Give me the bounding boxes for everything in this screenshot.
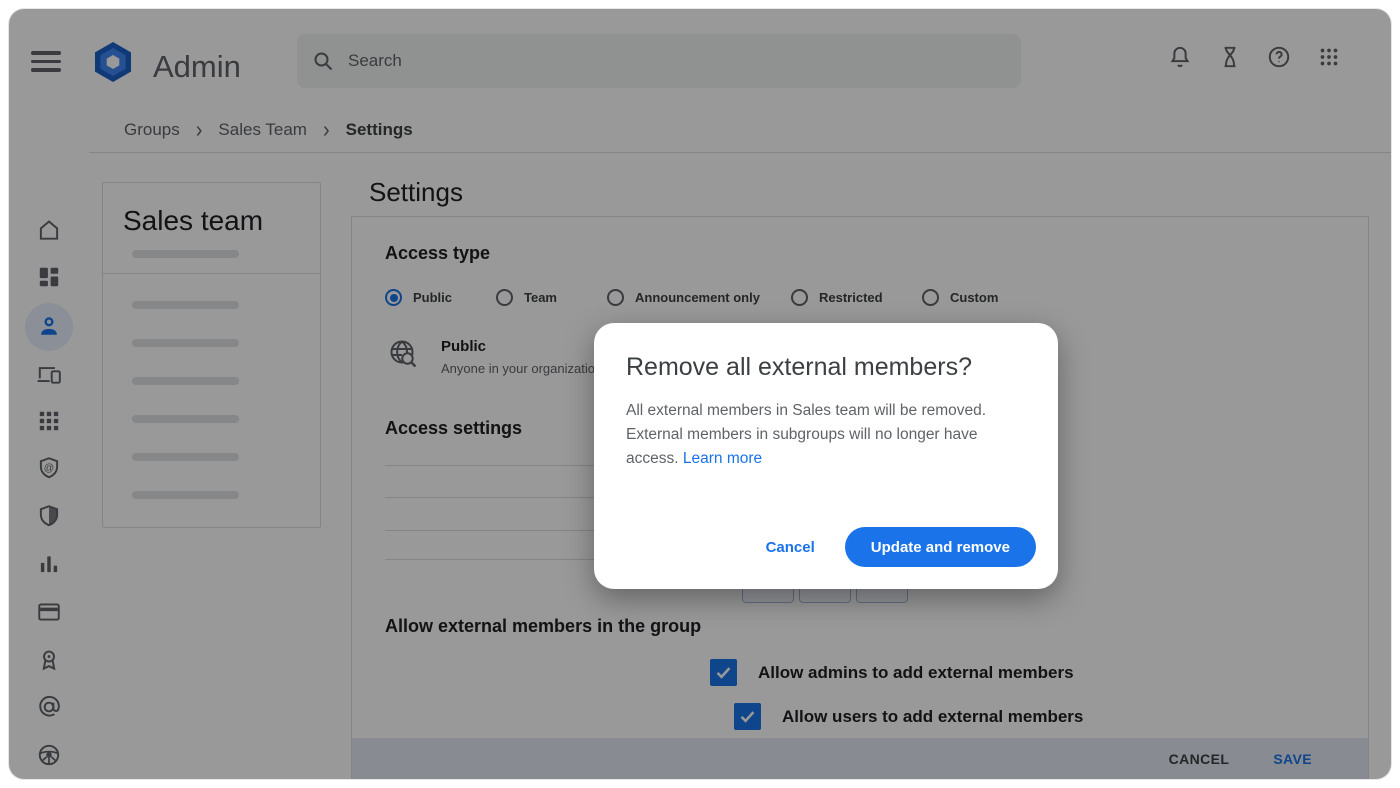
dialog-cancel-button[interactable]: Cancel bbox=[766, 539, 815, 556]
update-and-remove-button[interactable]: Update and remove bbox=[845, 527, 1036, 567]
dialog-body-text: All external members in Sales team will … bbox=[626, 402, 986, 467]
dialog-body: All external members in Sales team will … bbox=[626, 399, 1028, 471]
learn-more-link[interactable]: Learn more bbox=[683, 450, 762, 467]
admin-console-window: Admin bbox=[8, 8, 1392, 780]
dialog-title: Remove all external members? bbox=[626, 353, 972, 382]
dialog-actions: Cancel Update and remove bbox=[766, 527, 1036, 567]
remove-external-members-dialog: Remove all external members? All externa… bbox=[594, 323, 1058, 589]
